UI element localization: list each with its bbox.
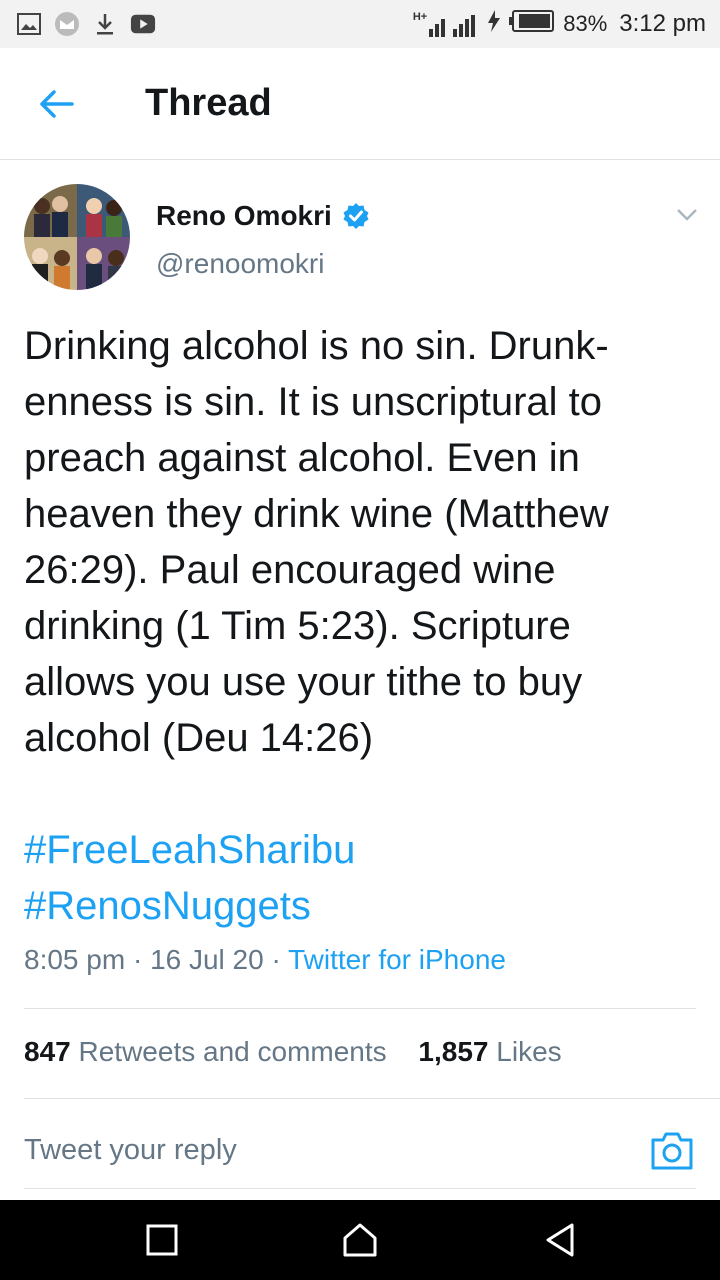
author-name-text: Reno Omokri [156,200,332,231]
system-nav-bar [0,1200,720,1280]
home-icon [343,1223,377,1257]
back-arrow-icon [40,90,74,118]
meta-separator: · [132,944,143,975]
divider [24,1188,696,1189]
divider [24,1098,720,1099]
back-nav-button[interactable] [540,1220,580,1260]
avatar[interactable] [24,184,130,290]
status-bar-notifications [16,12,156,36]
battery-percent: 83% [563,11,608,36]
likes-count: 1,857 [418,1036,489,1067]
gallery-icon [16,12,42,36]
likes-stat[interactable]: 1,857 Likes [418,1036,561,1068]
network-type-label: H+ [412,11,428,23]
chevron-down-icon [677,209,697,221]
tweet-text: Drinking alcohol is no sin. Drunk- ennes… [24,324,609,760]
back-triangle-icon [546,1223,574,1257]
clock: 3:12 pm [619,10,706,37]
camera-icon [651,1132,693,1170]
tweet-stats: 847 Retweets and comments 1,857 Likes [24,1036,696,1068]
hashtag-link[interactable]: #RenosNuggets [24,878,696,934]
messenger-icon [54,12,80,36]
verified-badge-icon [343,203,369,229]
tweet-author: Reno Omokri @renoomokri [24,184,704,294]
author-handle[interactable]: @renoomokri [156,248,324,280]
retweets-label: Retweets and comments [78,1036,387,1067]
likes-label: Likes [496,1036,562,1067]
tweet-time: 8:05 pm [24,944,126,975]
home-button[interactable] [340,1220,380,1260]
tweet-meta: 8:05 pm · 16 Jul 20 · Twitter for iPhone [24,944,696,976]
battery-icon [509,9,555,39]
page-title: Thread [145,82,272,124]
reply-input[interactable] [24,1128,624,1172]
retweets-stat[interactable]: 847 Retweets and comments [24,1036,387,1068]
app-header: Thread [0,48,720,160]
status-bar-system: H+ 83% 3:12 pm [413,9,706,39]
recents-button[interactable] [142,1220,182,1260]
signal-icon: H+ [413,11,479,37]
recents-square-icon [146,1224,178,1256]
divider [24,1008,696,1009]
back-button[interactable] [30,84,82,124]
status-bar: H+ 83% 3:12 pm [0,0,720,48]
camera-button[interactable] [650,1130,694,1172]
meta-separator: · [271,944,281,975]
hashtag-link[interactable]: #FreeLeahSharibu [24,822,696,878]
tweet-options-button[interactable] [670,198,704,232]
charging-icon [487,10,501,38]
retweets-count: 847 [24,1036,71,1067]
tweet-date: 16 Jul 20 [150,944,264,975]
tweet-hashtags: #FreeLeahSharibu #RenosNuggets [24,822,696,934]
youtube-icon [130,12,156,36]
author-name[interactable]: Reno Omokri [156,200,370,232]
tweet-source-link[interactable]: Twitter for iPhone [288,944,506,975]
download-icon [92,12,118,36]
